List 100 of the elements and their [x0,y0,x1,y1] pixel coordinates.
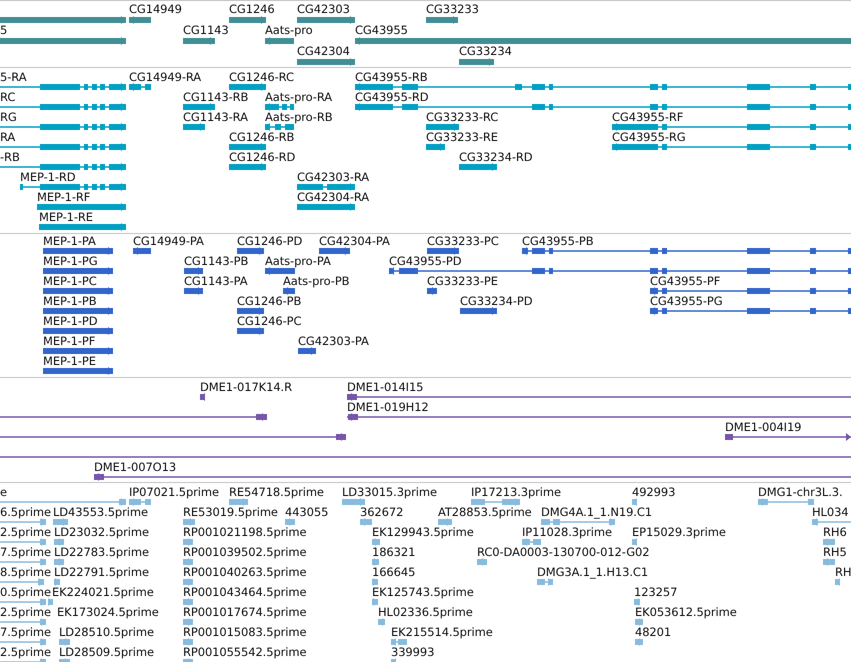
feature-label: CG1246-PB [237,295,302,308]
feature-label: 5 [0,24,8,37]
feature-label: HL02336.5prime [378,606,473,619]
feature-label: RC [0,91,16,104]
feature-label: EP15029.3prime [632,526,726,539]
feature-label: CG14949 [129,3,182,16]
feature-label: CG33234-RD [459,151,533,164]
feature-label: CG1143-RB [183,91,248,104]
feature-label: CG43955-PD [389,255,462,268]
feature-label: MEP-1-PB [43,295,97,308]
feature-label: CG1246-RC [229,71,294,84]
feature-label: CG1246 [229,3,275,16]
feature-label: 0.5prime [0,586,51,599]
feature-label: MEP-1-PA [43,235,96,248]
feature-label: CG42304-RA [297,191,370,204]
feature-label: EK215514.5prime [391,626,493,639]
feature-label: CG42303-PA [298,335,369,348]
feature-label: 7.5prime [0,626,51,639]
feature-label: CG43955-PF [650,275,720,288]
feature-label: 5-RA [0,71,26,84]
feature-label: Aats-pro-PB [283,275,350,288]
feature-label: CG1143 [183,24,229,37]
feature-label: RA [0,131,16,144]
feature-label: CG43955-PG [650,295,723,308]
feature-label: IP11028.3prime [522,526,612,539]
feature-label: 166645 [372,566,416,579]
feature-label: MEP-1-PD [43,315,98,328]
feature-label: CG43955-RD [355,91,429,104]
feature-label: CG1246-RB [229,131,294,144]
feature-label: HL034 [812,506,849,519]
feature-label: CG14949-PA [133,235,204,248]
feature-label: DME1-019H12 [347,401,429,414]
feature-label: Aats-pro [265,24,313,37]
feature-label: 339993 [391,646,434,659]
feature-label: 2.5prime [0,646,51,659]
feature-label: Aats-pro-RA [265,91,332,104]
feature-label: CG42303-RA [297,171,370,184]
feature-label: LD23032.5prime [54,526,149,539]
feature-label: 2.5prime [0,606,51,619]
feature-label: 48201 [635,626,672,639]
feature-label: 7.5prime [0,546,51,559]
feature-label: AT28853.5prime [438,506,532,519]
feature-label: DME1-014I15 [347,381,424,394]
feature-label: 2.5prime [0,526,51,539]
feature-label: IP17213.3prime [471,486,561,499]
feature-label: CG43955-PB [522,235,594,248]
feature-label: EK125743.5prime [372,586,474,599]
feature-label: DMG4A.1_1.N19.C1 [541,506,652,519]
feature-label: Aats-pro-PA [265,255,331,268]
feature-label: 186321 [372,546,416,559]
feature-label: CG43955-RF [612,111,684,124]
feature-label: CG43955-RG [612,131,686,144]
feature-label: RH [835,566,851,579]
feature-label: RH6 [823,526,847,539]
feature-label: IP07021.5prime [129,486,219,499]
feature-label: MEP-1-RE [39,211,93,224]
feature-label: DME1-004I19 [725,421,802,434]
feature-label: RG [0,111,17,124]
feature-label: LD28509.5prime [59,646,154,659]
feature-label: EK053612.5prime [635,606,737,619]
feature-label: 123257 [634,586,678,599]
feature-label: RP001039502.5prime [183,546,306,559]
feature-label: CG33233-PE [427,275,498,288]
feature-label: MEP-1-RF [37,191,90,204]
feature-label: MEP-1-PE [43,355,96,368]
feature-label: CG33234 [459,45,512,58]
feature-label: DME1-017K14.R [200,381,292,394]
feature-label: DMG1-chr3L.3. [758,486,843,499]
feature-label: LD43553.5prime [53,506,148,519]
feature-label: RP001040263.5prime [183,566,306,579]
feature-label: MEP-1-RD [20,171,76,184]
feature-label: CG42303 [297,3,350,16]
feature-label: CG33233 [426,3,479,16]
feature-label: LD28510.5prime [59,626,154,639]
feature-label: CG1143-RA [183,111,248,124]
feature-label: DME1-007O13 [94,461,176,474]
feature-label: MEP-1-PF [43,335,96,348]
feature-label: 362672 [360,506,404,519]
feature-label: RP001015083.5prime [183,626,306,639]
feature-label: EK224021.5prime [52,586,154,599]
feature-label: CG43955-RB [355,71,428,84]
feature-label: RH5 [823,546,847,559]
feature-label: RP001017674.5prime [183,606,306,619]
feature-label: LD33015.3prime [342,486,437,499]
feature-label: DMG3A.1_1.H13.C1 [537,566,648,579]
feature-label: CG33234-PD [460,295,532,308]
feature-label: CG42304 [297,45,350,58]
feature-label: 492993 [632,486,676,499]
feature-label: e [0,486,7,499]
feature-label: -RB [0,151,20,164]
feature-label: CG33233-RE [426,131,498,144]
feature-label: RE53019.5prime [183,506,278,519]
feature-label: RC0-DA0003-130700-012-G02 [477,546,650,559]
feature-label: CG1246-PD [237,235,302,248]
feature-label: LD22791.5prime [54,566,149,579]
feature-label: RP001055542.5prime [183,646,306,659]
feature-label: CG14949-RA [129,71,202,84]
feature-label: CG1143-PA [184,275,248,288]
feature-label: RP001021198.5prime [183,526,306,539]
feature-label: CG42304-PA [319,235,390,248]
